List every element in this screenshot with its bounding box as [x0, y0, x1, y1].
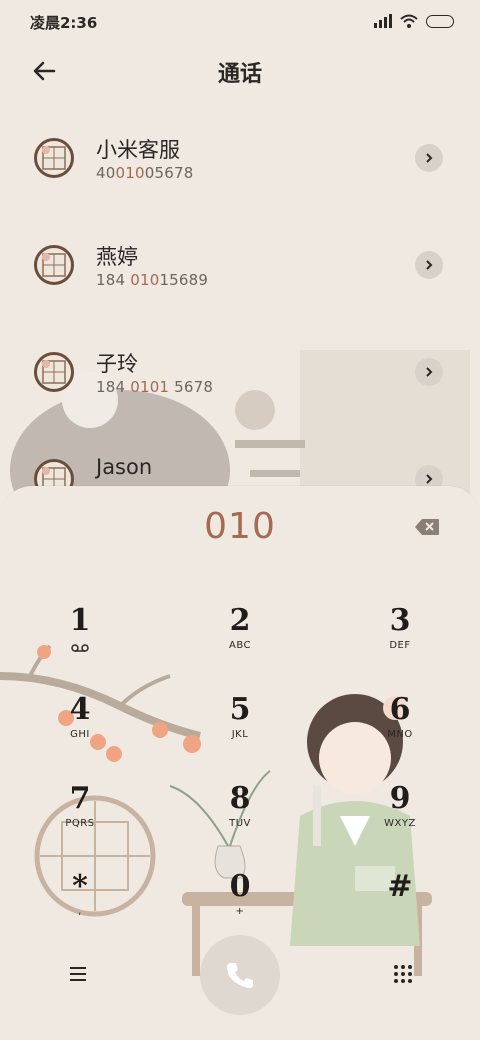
dial-key-6[interactable]: 6 MNO [330, 693, 470, 769]
key-digit: 0 [229, 869, 251, 904]
key-digit: # [387, 869, 413, 904]
wifi-icon [400, 14, 418, 28]
contact-list: 小米客服 4001005678 燕婷 184 01015689 子玲 184 0… [0, 110, 480, 538]
key-letters: , [78, 906, 82, 917]
contact-number: 184 0101 5678 [96, 378, 214, 396]
key-letters: PQRS [65, 818, 95, 829]
call-button[interactable] [200, 935, 280, 1015]
contact-name: 小米客服 [96, 138, 180, 162]
chevron-right-icon[interactable] [415, 144, 443, 172]
page-title: 通话 [217, 62, 262, 87]
status-icons [374, 12, 454, 30]
dialpad-panel: 010 1 2 ABC 3 DEF 4 GHI 5 JKL 6 MNO 7 PQ… [0, 486, 480, 1040]
header: 通话 [0, 44, 480, 96]
key-letters: MNO [387, 729, 413, 740]
backspace-icon[interactable] [414, 518, 440, 536]
dial-key-1[interactable]: 1 [10, 604, 150, 680]
status-bar: 凌晨2:36 [0, 0, 480, 40]
key-digit: 4 [69, 692, 91, 727]
dial-key-9[interactable]: 9 WXYZ [330, 782, 470, 858]
key-letters: JKL [231, 729, 249, 740]
dial-key-star[interactable]: * , [10, 870, 150, 946]
dial-key-5[interactable]: 5 JKL [170, 693, 310, 769]
key-letters: GHI [70, 729, 90, 740]
menu-icon[interactable] [66, 962, 90, 986]
voicemail-icon [71, 644, 89, 652]
dial-key-hash[interactable]: # [330, 870, 470, 946]
contact-row[interactable]: 燕婷 184 01015689 [0, 217, 480, 324]
avatar [34, 138, 74, 178]
chevron-right-icon[interactable] [415, 251, 443, 279]
contact-number: 4001005678 [96, 164, 194, 182]
key-digit: 5 [229, 692, 251, 727]
contact-name: 燕婷 [96, 245, 138, 269]
contact-row[interactable]: 小米客服 4001005678 [0, 110, 480, 217]
key-digit: 3 [389, 603, 411, 638]
key-letters: + [235, 906, 245, 917]
chevron-right-icon[interactable] [415, 358, 443, 386]
dialed-number: 010 [204, 506, 276, 547]
dial-key-2[interactable]: 2 ABC [170, 604, 310, 680]
key-letters: DEF [389, 640, 411, 651]
key-digit: 7 [69, 781, 91, 816]
contact-name: Jason [96, 455, 153, 479]
signal-icon [374, 14, 392, 28]
key-digit: 8 [229, 781, 251, 816]
dial-key-7[interactable]: 7 PQRS [10, 782, 150, 858]
dial-key-3[interactable]: 3 DEF [330, 604, 470, 680]
key-digit: * [72, 869, 88, 904]
key-digit: 1 [69, 603, 91, 638]
battery-icon [426, 14, 454, 28]
key-digit: 6 [389, 692, 411, 727]
avatar [34, 245, 74, 285]
key-letters: TUV [229, 818, 251, 829]
avatar [34, 352, 74, 392]
key-letters: WXYZ [384, 818, 416, 829]
dial-key-8[interactable]: 8 TUV [170, 782, 310, 858]
dialpad-icon[interactable] [391, 962, 415, 986]
contact-name: 子玲 [96, 352, 138, 376]
contact-number: 184 01015689 [96, 271, 209, 289]
status-time: 凌晨2:36 [30, 14, 98, 32]
key-digit: 9 [389, 781, 411, 816]
contact-row[interactable]: 子玲 184 0101 5678 [0, 324, 480, 431]
key-letters: ABC [228, 640, 251, 651]
phone-icon [227, 963, 253, 988]
dial-key-4[interactable]: 4 GHI [10, 693, 150, 769]
key-digit: 2 [229, 603, 251, 638]
